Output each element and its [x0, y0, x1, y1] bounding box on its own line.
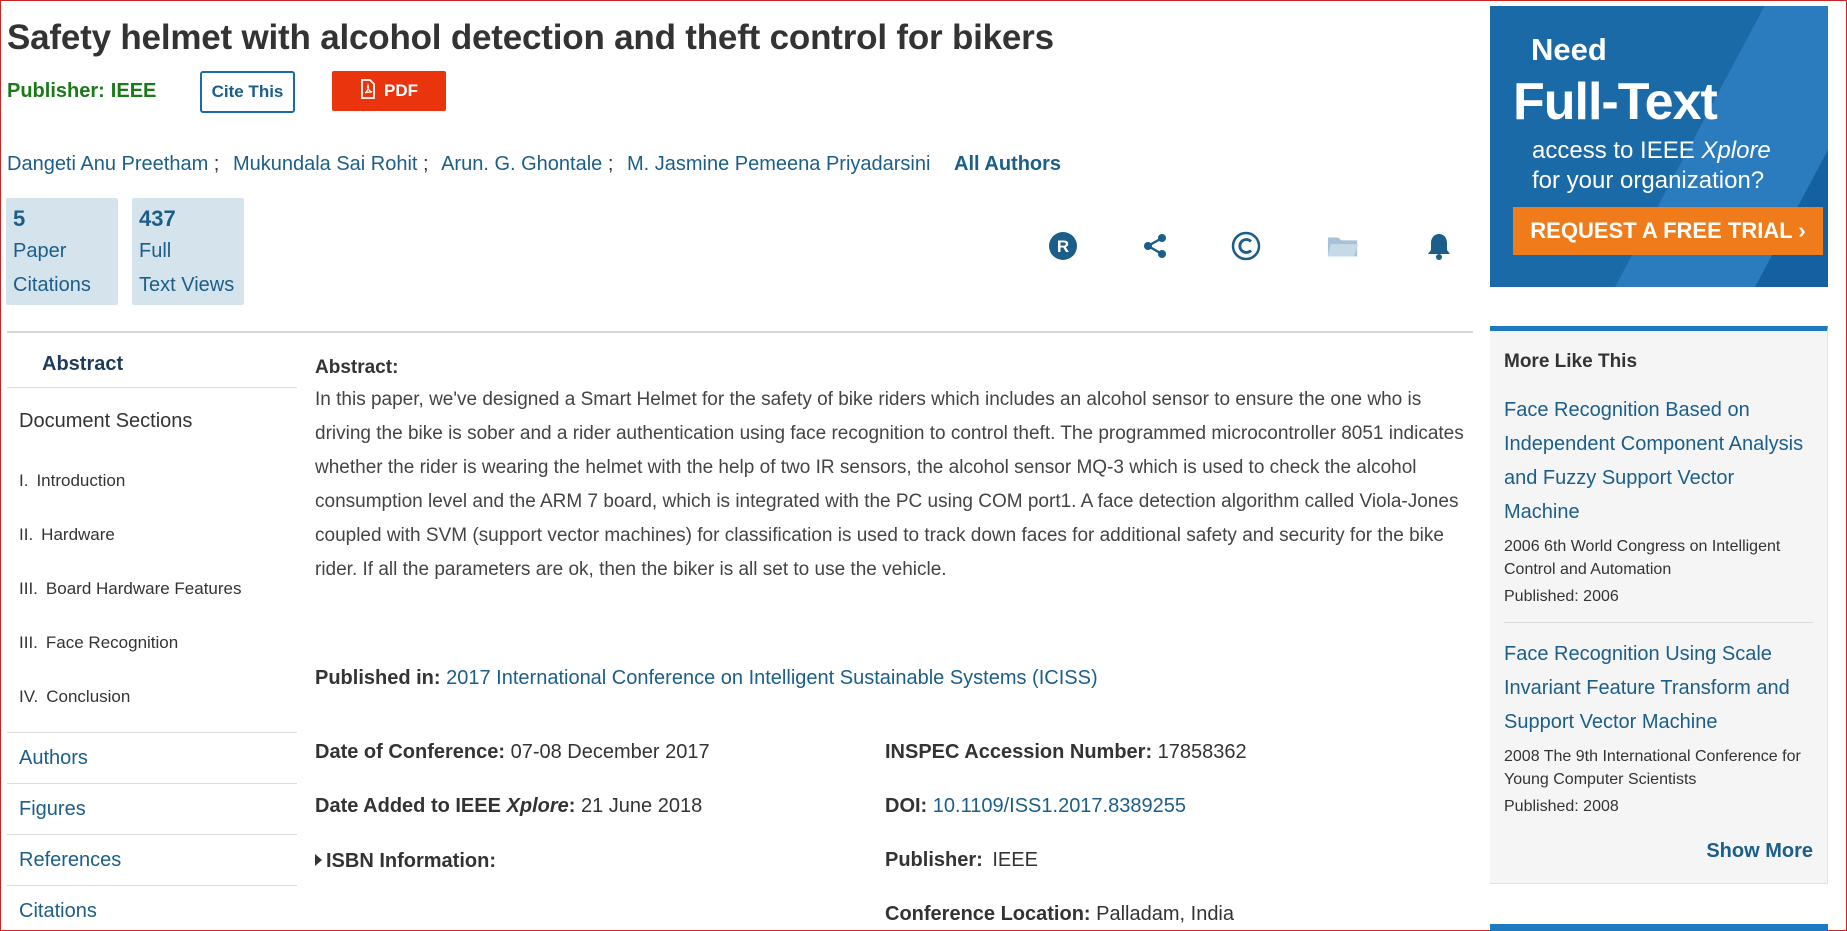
request-free-trial-button[interactable]: REQUEST A FREE TRIAL › — [1513, 207, 1823, 255]
author-separator: ; — [208, 153, 220, 175]
document-nav: Abstract Document Sections I. Introductio… — [7, 340, 297, 931]
related-item-published: Published: 2008 — [1504, 798, 1619, 815]
ad-line3: access to IEEE Xplore for your organizati… — [1532, 137, 1771, 194]
all-authors-link[interactable]: All Authors — [954, 153, 1061, 175]
author-link[interactable]: Arun. G. Ghontale — [441, 153, 602, 175]
related-item: Face Recognition Based on Independent Co… — [1504, 393, 1813, 608]
more-like-this-panel: More Like This Face Recognition Based on… — [1490, 326, 1828, 884]
full-text-ad[interactable]: Need Full-Text access to IEEE Xplore for … — [1490, 6, 1828, 287]
related-divider — [1504, 622, 1813, 623]
views-label-line1: Full — [139, 240, 172, 262]
published-in-label: Published in: — [315, 667, 441, 689]
publisher-meta: Publisher: IEEE — [885, 849, 1038, 872]
section-number: IV. — [19, 687, 39, 706]
author-separator: ; — [417, 153, 429, 175]
section-number: III. — [19, 633, 38, 652]
section-label: Hardware — [41, 525, 115, 544]
author-separator: ; — [602, 153, 614, 175]
show-more-link[interactable]: Show More — [1706, 840, 1813, 863]
inspec-number: INSPEC Accession Number: 17858362 — [885, 741, 1247, 764]
nav-section-item[interactable]: IV. Conclusion — [7, 670, 297, 724]
inspec-label: INSPEC Accession Number: — [885, 741, 1153, 763]
nav-citations[interactable]: Citations — [7, 885, 297, 931]
section-number: I. — [19, 471, 29, 490]
related-item-title[interactable]: Face Recognition Based on Independent Co… — [1504, 393, 1813, 529]
section-label: Board Hardware Features — [45, 579, 242, 598]
section-label: Introduction — [36, 471, 126, 490]
views-label-line2: Text Views — [139, 274, 235, 296]
page-title: Safety helmet with alcohol detection and… — [7, 18, 1054, 57]
date-of-conference: Date of Conference: 07-08 December 2017 — [315, 741, 710, 764]
ad-line1: Need — [1531, 32, 1607, 67]
nav-section-item[interactable]: II. Hardware — [7, 508, 297, 562]
cite-this-button[interactable]: Cite This — [200, 71, 295, 113]
doi: DOI: 10.1109/ISS1.2017.8389255 — [885, 795, 1186, 818]
abstract-text: In this paper, we've designed a Smart He… — [315, 389, 1464, 580]
pdf-label: PDF — [384, 81, 418, 100]
pdf-button[interactable]: PDF — [332, 71, 446, 111]
author-link[interactable]: Mukundala Sai Rohit — [233, 153, 418, 175]
nav-figures[interactable]: Figures — [7, 783, 297, 834]
related-item-title[interactable]: Face Recognition Using Scale Invariant F… — [1504, 637, 1813, 739]
citations-count: 5 — [13, 206, 26, 231]
publisher-line: Publisher: IEEE — [7, 80, 156, 103]
section-label: Conclusion — [46, 687, 131, 706]
next-panel-edge — [1490, 924, 1828, 931]
date-added: Date Added to IEEE Xplore: 21 June 2018 — [315, 795, 702, 818]
related-item-published: Published: 2006 — [1504, 588, 1619, 605]
citations-label-line1: Paper — [13, 240, 67, 262]
publisher-label: Publisher: — [7, 80, 105, 102]
published-in-link[interactable]: 2017 International Conference on Intelli… — [446, 667, 1097, 689]
publisher-value: IEEE — [110, 80, 157, 102]
full-text-views-metric[interactable]: 437 Full Text Views — [132, 198, 244, 305]
nav-section-item[interactable]: III. Face Recognition — [7, 616, 297, 670]
header-divider — [7, 331, 1473, 333]
author-link[interactable]: M. Jasmine Pemeena Priyadarsini — [627, 153, 930, 175]
nav-section-item[interactable]: I. Introduction — [7, 454, 297, 508]
conference-location: Conference Location: Palladam, India — [885, 903, 1234, 926]
folder-icon[interactable] — [1327, 230, 1359, 262]
more-like-this-heading: More Like This — [1504, 351, 1638, 372]
related-item: Face Recognition Using Scale Invariant F… — [1504, 637, 1813, 818]
publisher-meta-label: Publisher: — [885, 849, 983, 871]
date-conference-value: 07-08 December 2017 — [510, 741, 710, 763]
copyright-icon[interactable] — [1230, 230, 1262, 262]
citations-label-line2: Citations — [13, 274, 91, 296]
svg-text:R: R — [1057, 237, 1069, 256]
inspec-value: 17858362 — [1157, 741, 1247, 763]
date-added-label: Date Added to IEEE Xplore: — [315, 795, 576, 817]
pdf-file-icon — [360, 78, 376, 104]
location-label: Conference Location: — [885, 903, 1091, 925]
paper-citations-metric[interactable]: 5 Paper Citations — [6, 198, 118, 305]
location-value: Palladam, India — [1096, 903, 1235, 925]
ad-line2: Full-Text — [1513, 73, 1718, 131]
section-label: Face Recognition — [45, 633, 179, 652]
isbn-toggle[interactable]: ISBN Information: — [315, 850, 496, 873]
doi-link[interactable]: 10.1109/ISS1.2017.8389255 — [933, 795, 1186, 817]
views-count: 437 — [139, 206, 176, 231]
author-list: Dangeti Anu Preetham ; Mukundala Sai Roh… — [7, 153, 1061, 176]
section-number: II. — [19, 525, 34, 544]
abstract-section: Abstract: In this paper, we've designed … — [315, 355, 1465, 587]
date-conference-label: Date of Conference: — [315, 741, 506, 763]
nav-references[interactable]: References — [7, 834, 297, 885]
nav-section-item[interactable]: III. Board Hardware Features — [7, 562, 297, 616]
rights-icon[interactable]: R — [1047, 230, 1079, 262]
related-item-venue: 2006 6th World Congress on Intelligent C… — [1504, 538, 1781, 578]
isbn-label: ISBN Information: — [326, 850, 496, 872]
caret-right-icon — [315, 854, 322, 866]
section-number: III. — [19, 579, 38, 598]
date-added-value: 21 June 2018 — [581, 795, 703, 817]
doi-label: DOI: — [885, 795, 928, 817]
publisher-meta-value: IEEE — [992, 849, 1038, 871]
nav-abstract[interactable]: Abstract — [7, 340, 297, 388]
nav-document-sections[interactable]: Document Sections — [7, 388, 297, 454]
bell-icon[interactable] — [1423, 230, 1455, 262]
nav-authors[interactable]: Authors — [7, 732, 297, 783]
share-icon[interactable] — [1139, 230, 1171, 262]
abstract-heading: Abstract: — [315, 357, 399, 378]
published-in: Published in: 2017 International Confere… — [315, 667, 1098, 690]
author-link[interactable]: Dangeti Anu Preetham — [7, 153, 208, 175]
related-item-venue: 2008 The 9th International Conference fo… — [1504, 748, 1801, 788]
